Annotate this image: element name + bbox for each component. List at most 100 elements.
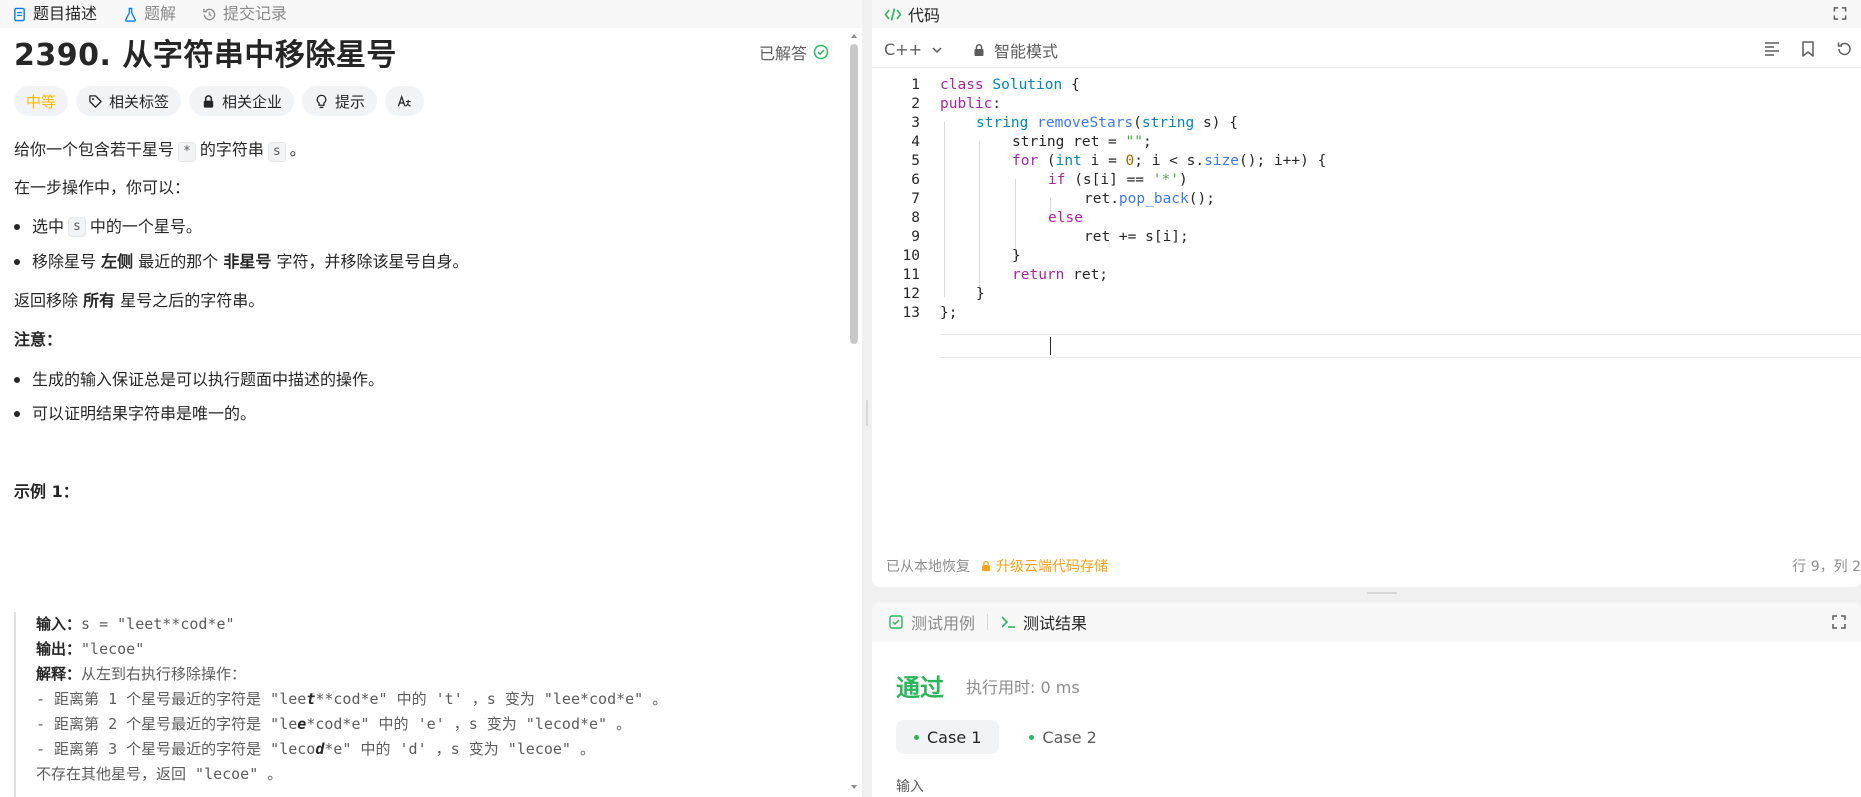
line-number: 9 <box>911 229 920 245</box>
token: '*' <box>1152 172 1179 188</box>
bullet-1-text-b: 中的一个星号。 <box>89 217 202 236</box>
code-line-12: } <box>976 286 985 302</box>
translate-button[interactable] <box>385 86 425 116</box>
token: (); <box>1188 191 1215 207</box>
bullet-dot <box>14 411 20 417</box>
example-output-label: 输出： <box>36 640 82 658</box>
pane-resize-handle-horizontal[interactable] <box>1367 592 1397 594</box>
note-bullet-1: 生成的输入保证总是可以执行题面中描述的操作。 <box>14 369 384 391</box>
restore-status: 已从本地恢复 <box>886 559 970 575</box>
token: (s[i] == <box>1065 172 1153 188</box>
pane-resize-handle-vertical[interactable] <box>866 400 868 426</box>
line-number: 5 <box>911 153 920 169</box>
code-line-6: if (s[i] == '*') <box>1048 172 1188 188</box>
tab-submissions-label: 提交记录 <box>223 4 288 23</box>
example-step-3: - 距离第 3 个星号最近的字符是 "lecod*e" 中的 'd' ，s 变为… <box>36 737 814 762</box>
case-pass-dot <box>1029 734 1035 740</box>
example-input-label: 输入： <box>36 615 82 633</box>
bullet-dot <box>14 377 20 383</box>
case-2-tab[interactable]: Case 2 <box>1011 720 1114 754</box>
bullet-2-bold-left: 左侧 <box>101 252 134 271</box>
token: { <box>1062 77 1080 93</box>
tab-testcase[interactable]: 测试用例 <box>888 610 975 634</box>
problem-tabbar: 题目描述 题解 提交记录 <box>0 0 862 28</box>
desc-p1-text-c: 。 <box>289 140 306 159</box>
code-inline-star: * <box>178 142 196 162</box>
tab-solutions[interactable]: 题解 <box>123 5 176 23</box>
tab-testcase-label: 测试用例 <box>911 614 976 633</box>
format-icon[interactable] <box>1763 40 1781 58</box>
reset-icon[interactable] <box>1835 40 1853 58</box>
related-tags-label: 相关标签 <box>109 92 170 111</box>
tab-submissions[interactable]: 提交记录 <box>202 5 287 23</box>
token: ( <box>1133 115 1142 131</box>
token: for <box>1012 153 1039 169</box>
indent-guide <box>979 141 980 297</box>
code-line-8: else <box>1048 210 1083 226</box>
tab-description-label: 题目描述 <box>33 4 98 23</box>
language-select[interactable]: C++ <box>884 40 944 59</box>
step-3-a: - 距离第 3 个星号最近的字符是 "leco <box>36 740 316 758</box>
bullet-2-text-b: 最近的那个 <box>138 252 219 271</box>
terminal-icon <box>1001 616 1016 628</box>
editor-actions <box>1763 40 1853 58</box>
token: return <box>1012 267 1065 283</box>
chevron-down-icon <box>932 46 942 53</box>
case-1-tab[interactable]: Case 1 <box>896 720 1000 754</box>
upgrade-link[interactable]: 升级云端代码存储 <box>980 556 1108 576</box>
code-editor[interactable]: 1 2 3 4 5 6 7 8 9 10 11 12 13 class Solu… <box>872 77 1861 378</box>
scrollbar-thumb[interactable] <box>850 44 858 344</box>
smart-mode-toggle[interactable]: 智能模式 <box>972 38 1058 62</box>
line-number: 12 <box>902 286 920 302</box>
code-line-4: string ret = ""; <box>1012 134 1152 150</box>
line-number: 6 <box>911 172 920 188</box>
line-number: 7 <box>911 191 920 207</box>
token: "" <box>1125 134 1143 150</box>
problem-pane: 题目描述 题解 提交记录 2390. 从字符串中移除星号 已解答 中等 相关标签 <box>0 0 862 797</box>
desc-p3-text-a: 返回移除 <box>14 291 79 310</box>
language-label: C++ <box>884 40 922 59</box>
desc-paragraph-2: 在一步操作中，你可以： <box>14 178 191 197</box>
hint-button[interactable]: 提示 <box>302 86 378 116</box>
difficulty-label: 中等 <box>26 92 57 111</box>
scroll-down-arrow-icon[interactable] <box>850 783 858 791</box>
input-label: 输入 <box>896 779 924 795</box>
bullet-dot <box>14 259 20 265</box>
tag-bar: 中等 相关标签 相关企业 提示 <box>14 86 425 116</box>
note-2-text: 可以证明结果字符串是唯一的。 <box>32 404 257 423</box>
solved-status: 已解答 <box>759 40 829 64</box>
token: pop_back <box>1118 191 1189 207</box>
step-1-em: t <box>306 690 316 708</box>
line-number: 11 <box>902 267 920 283</box>
scroll-up-arrow-icon[interactable] <box>850 32 858 40</box>
checkbox-icon <box>889 615 903 629</box>
tab-separator <box>987 614 989 630</box>
line-number: 8 <box>911 210 920 226</box>
token: string ret = <box>1012 134 1126 150</box>
token: (); i++) { <box>1239 153 1327 169</box>
case-2-label: Case 2 <box>1042 727 1097 747</box>
flask-icon <box>125 7 136 22</box>
step-3-b: *e" 中的 'd' ，s 变为 "lecoe" 。 <box>324 740 595 758</box>
tab-description[interactable]: 题目描述 <box>12 5 97 23</box>
step-1-a: - 距离第 1 个星号最近的字符是 "lee <box>36 690 307 708</box>
example-step-2: - 距离第 2 个星号最近的字符是 "lee*cod*e" 中的 'e' ，s … <box>36 712 814 737</box>
difficulty-badge[interactable]: 中等 <box>14 86 69 116</box>
token: ret; <box>1064 267 1109 283</box>
title-row: 2390. 从字符串中移除星号 已解答 <box>14 30 829 74</box>
token: ; <box>1142 134 1152 150</box>
fullscreen-icon[interactable] <box>1831 614 1847 630</box>
code-line-1: class Solution { <box>940 77 1080 93</box>
fullscreen-icon[interactable] <box>1831 6 1849 21</box>
example-output-line: 输出："lecoe" <box>36 637 814 662</box>
bullet-2-text-a: 移除星号 <box>32 252 97 271</box>
line-number: 3 <box>911 115 920 131</box>
token: string <box>976 115 1029 131</box>
companies-button[interactable]: 相关企业 <box>189 86 295 116</box>
current-line-highlight <box>940 334 1861 358</box>
note-bullet-2: 可以证明结果字符串是唯一的。 <box>14 403 256 425</box>
bookmark-icon[interactable] <box>1799 40 1817 58</box>
tab-test-result[interactable]: 测试结果 <box>1000 610 1087 634</box>
related-tags-button[interactable]: 相关标签 <box>76 86 182 116</box>
code-line-7: ret.pop_back(); <box>1084 191 1215 207</box>
